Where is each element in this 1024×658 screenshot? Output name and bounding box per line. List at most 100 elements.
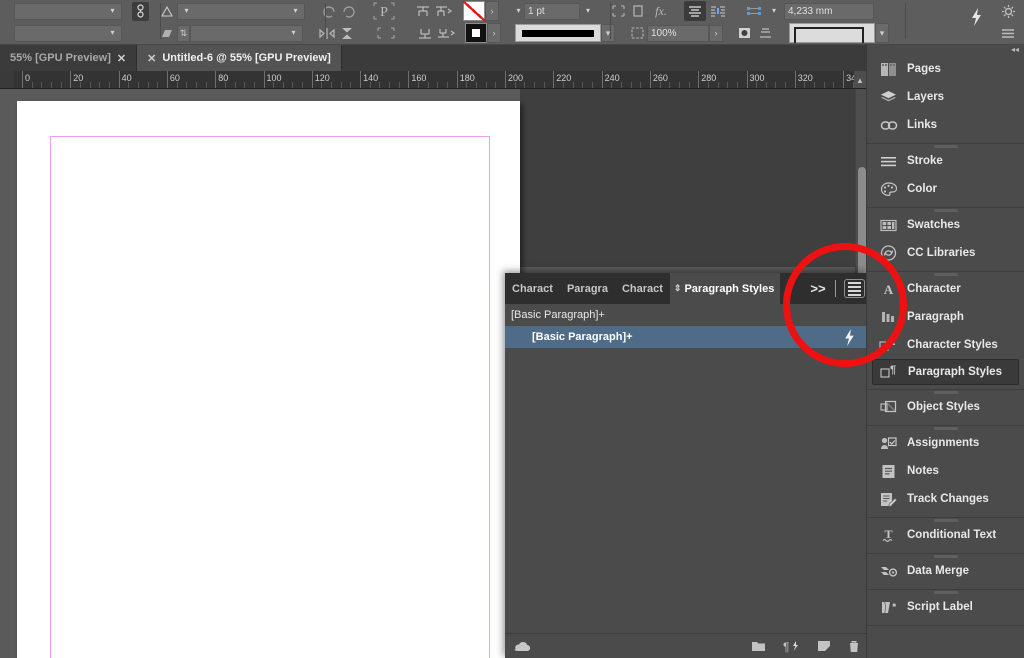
dock-item-notes[interactable]: Notes: [867, 457, 1024, 485]
corner-shape-preview[interactable]: [789, 23, 875, 43]
styles-list-row[interactable]: [Basic Paragraph]+: [505, 326, 868, 348]
dock-item-character[interactable]: ACharacter: [867, 275, 1024, 303]
rotate-cw-icon[interactable]: [339, 2, 359, 20]
distribute-spacing-icon[interactable]: [435, 24, 455, 42]
styles-list[interactable]: [Basic Paragraph]+: [505, 326, 868, 348]
object-style-dropdown[interactable]: ▾: [14, 3, 122, 20]
dock-item-swatches[interactable]: Swatches: [867, 211, 1024, 239]
corner-shape-dropdown-arrow[interactable]: ▾: [875, 23, 889, 43]
clear-overrides-pilcrow-icon[interactable]: ¶: [783, 640, 800, 653]
dock-item-assignments[interactable]: Assignments: [867, 429, 1024, 457]
ruler-tick-minor: [524, 82, 525, 89]
document-tab-inactive[interactable]: 55% [GPU Preview] ✕: [0, 45, 137, 71]
scroll-up-arrow[interactable]: ▲: [854, 71, 866, 89]
text-wrap-none-icon[interactable]: [684, 1, 706, 21]
baseline-align-icon[interactable]: [755, 24, 775, 42]
close-icon[interactable]: ✕: [117, 52, 126, 65]
dock-item-data-merge[interactable]: Data Merge: [867, 557, 1024, 585]
scale-percent-field[interactable]: 100%: [647, 25, 709, 42]
dock-item-paragraph[interactable]: Paragraph: [867, 303, 1024, 331]
align-bottom-edges-icon[interactable]: [415, 24, 435, 42]
dock-item-script-label[interactable]: ■Script Label: [867, 593, 1024, 621]
stroke-weight-field[interactable]: 1 pt: [524, 3, 580, 20]
dock-item-color[interactable]: Color: [867, 175, 1024, 203]
ruler-tick-minor: [708, 82, 709, 89]
dock-item-paragraph-styles[interactable]: ¶Paragraph Styles: [872, 359, 1019, 385]
panel-tab-paragraph-styles[interactable]: ⇕ Paragraph Styles: [670, 273, 780, 304]
delete-trash-icon[interactable]: [848, 640, 860, 653]
ruler-tick-minor: [370, 82, 371, 89]
align-top-edges-icon[interactable]: [413, 2, 433, 20]
dock-item-links[interactable]: Links: [867, 111, 1024, 139]
dock-group-grip[interactable]: [934, 427, 958, 430]
scale-lock-icon[interactable]: [627, 24, 647, 42]
dock-item-cc-libraries[interactable]: CC Libraries: [867, 239, 1024, 267]
constrain-proportions-chain-icon[interactable]: [132, 2, 149, 21]
flip-vertical-icon[interactable]: [337, 24, 357, 42]
dock-item-track-changes[interactable]: Track Changes: [867, 485, 1024, 513]
dock-group-grip[interactable]: [934, 555, 958, 558]
rotate-ccw-icon[interactable]: [319, 2, 339, 20]
ruler-origin[interactable]: [0, 71, 14, 89]
chevron-down-icon[interactable]: ▾: [764, 7, 784, 15]
dock-item-layers[interactable]: Layers: [867, 83, 1024, 111]
styles-list-empty-area[interactable]: [505, 348, 868, 633]
dock-group-grip[interactable]: [934, 391, 958, 394]
text-wrap-around-icon[interactable]: [706, 2, 730, 20]
distribute-horizontal-icon[interactable]: [433, 2, 453, 20]
dock-item-character-styles[interactable]: ACharacter Styles: [867, 331, 1024, 359]
fill-color-swatch[interactable]: [465, 23, 487, 43]
dock-collapse-bar[interactable]: ◂◂: [867, 45, 1024, 55]
dock-group-grip[interactable]: [934, 519, 958, 522]
panel-menu-icon[interactable]: [998, 24, 1018, 42]
shear-angle-dropdown[interactable]: ▾ ▾: [177, 3, 305, 20]
dock-item-pages[interactable]: Pages: [867, 55, 1024, 83]
fx-effects-icon[interactable]: fx.: [648, 2, 674, 20]
panel-options-menu-button[interactable]: [840, 273, 868, 304]
fill-swatch-menu-arrow[interactable]: ›: [487, 23, 501, 43]
dock-item-conditional-text[interactable]: TConditional Text: [867, 521, 1024, 549]
text-frame-p-icon[interactable]: P: [367, 2, 401, 20]
dock-group-grip[interactable]: [934, 273, 958, 276]
corner-radius-field[interactable]: 4,233 mm: [784, 3, 874, 20]
drop-shadow-icon[interactable]: [735, 24, 755, 42]
document-tab-active[interactable]: ✕ Untitled-6 @ 55% [GPU Preview]: [137, 45, 342, 71]
scale-percent-arrow[interactable]: ›: [709, 25, 723, 42]
new-style-icon[interactable]: [817, 640, 831, 652]
panel-tab-character-styles[interactable]: Charact: [615, 273, 670, 304]
stroke-color-swatch[interactable]: [463, 1, 485, 21]
new-style-group-folder-icon[interactable]: [751, 640, 766, 652]
quick-apply-lightning-icon[interactable]: [966, 8, 986, 26]
panel-tab-paragraph[interactable]: Paragra: [560, 273, 615, 304]
chevron-down-icon[interactable]: ▾: [513, 7, 524, 15]
dock-group-grip[interactable]: [934, 591, 958, 594]
scrollbar-thumb[interactable]: [858, 167, 866, 279]
horizontal-ruler[interactable]: 0204060801001201401601802002202402602803…: [0, 71, 866, 89]
frame-corners-icon[interactable]: [369, 24, 403, 42]
rotation-angle-dropdown[interactable]: ▾: [190, 25, 303, 42]
expand-panels-button[interactable]: >>: [805, 273, 831, 304]
corner-options-icon[interactable]: [744, 2, 764, 20]
dock-item-object-styles[interactable]: Object Styles: [867, 393, 1024, 421]
stroke-style-dropdown-arrow[interactable]: ▾: [601, 24, 615, 42]
dock-item-stroke[interactable]: Stroke: [867, 147, 1024, 175]
panel-tab-character[interactable]: Charact: [505, 273, 560, 304]
document-page[interactable]: [17, 101, 520, 658]
cc-cloud-icon[interactable]: [513, 640, 532, 653]
dock-group-grip[interactable]: [934, 145, 958, 148]
collapse-dock-icon[interactable]: ◂◂: [1011, 45, 1019, 54]
frame-fitting-icon[interactable]: [608, 2, 628, 20]
chevron-down-icon[interactable]: ▾: [580, 7, 596, 15]
stroke-style-preview[interactable]: [515, 24, 601, 42]
frame-icon[interactable]: [628, 2, 648, 20]
flip-horizontal-icon[interactable]: [317, 24, 337, 42]
close-icon[interactable]: ✕: [147, 52, 156, 65]
ruler-tick-minor: [157, 82, 158, 89]
quick-apply-lightning-icon[interactable]: [842, 328, 856, 350]
rotation-stepper[interactable]: ⇅: [177, 25, 190, 42]
object-secondary-dropdown[interactable]: ▾: [14, 25, 122, 42]
stroke-swatch-menu-arrow[interactable]: ›: [485, 1, 499, 21]
dock-group-grip[interactable]: [934, 209, 958, 212]
paragraph-styles-panel[interactable]: Charact Paragra Charact ⇕ Paragraph Styl…: [505, 273, 868, 658]
gear-icon[interactable]: [998, 2, 1018, 20]
